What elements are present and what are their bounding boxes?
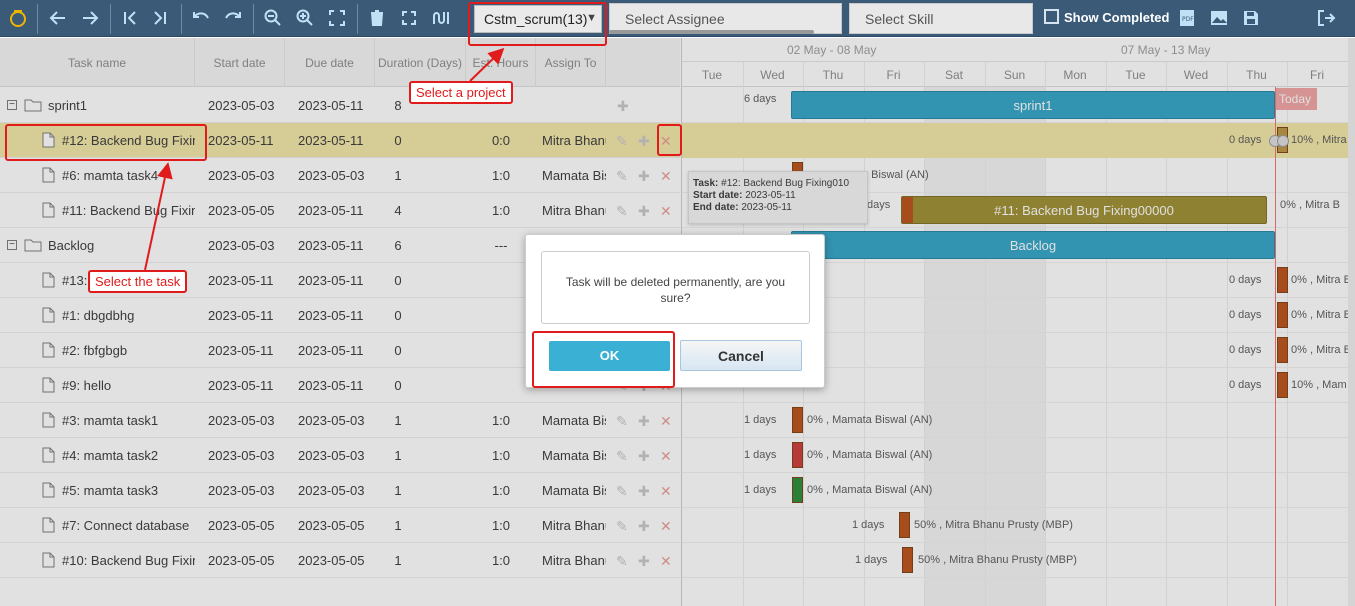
highlight-selected-task [5, 124, 207, 161]
callout-select-project: Select a project [409, 81, 513, 104]
show-completed-label: Show Completed [1064, 10, 1170, 25]
svg-text:PDF: PDF [1182, 16, 1194, 23]
save-icon[interactable] [1239, 6, 1263, 30]
skill-select[interactable]: Select Skill [849, 3, 1033, 34]
show-completed-checkbox[interactable] [1044, 9, 1059, 24]
trash-icon[interactable] [365, 6, 389, 30]
skill-select-placeholder: Select Skill [865, 11, 934, 27]
zoom-in-icon[interactable] [293, 6, 317, 30]
exit-icon[interactable] [1314, 6, 1338, 30]
redo-icon[interactable] [221, 6, 245, 30]
highlight-ok-button [532, 331, 675, 388]
arrow-left-icon[interactable] [46, 6, 70, 30]
image-export-icon[interactable] [1207, 6, 1231, 30]
highlight-delete-action [657, 124, 682, 156]
first-page-icon[interactable] [118, 6, 142, 30]
assignee-select-placeholder: Select Assignee [625, 11, 725, 27]
zoom-out-icon[interactable] [261, 6, 285, 30]
callout-select-task: Select the task [88, 270, 188, 293]
assignee-scrollbar[interactable] [609, 30, 814, 34]
last-page-icon[interactable] [148, 6, 172, 30]
fit-screen-icon[interactable] [325, 6, 349, 30]
pdf-export-icon[interactable]: PDF [1175, 6, 1199, 30]
fullscreen-icon[interactable] [397, 6, 421, 30]
highlight-project-select [468, 2, 607, 46]
cancel-button[interactable]: Cancel [680, 340, 802, 371]
dialog-message: Task will be deleted permanently, are yo… [541, 251, 810, 324]
undo-icon[interactable] [189, 6, 213, 30]
critical-path-icon[interactable] [429, 6, 453, 30]
app-logo-icon [6, 6, 30, 30]
toolbar: Cstm_scrum(13) ▼ Select Assignee Select … [0, 0, 1355, 37]
arrow-right-icon[interactable] [78, 6, 102, 30]
